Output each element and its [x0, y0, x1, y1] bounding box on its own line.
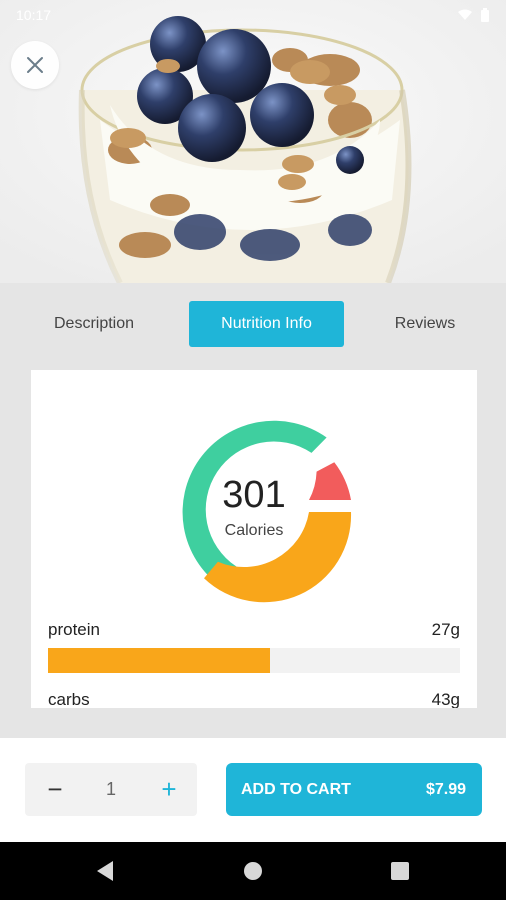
nav-home-button[interactable] [223, 842, 283, 900]
home-icon [244, 862, 262, 880]
calories-value: 301 [222, 474, 286, 516]
price-label: $7.99 [425, 780, 466, 798]
back-icon [97, 861, 113, 881]
increase-quantity-button[interactable]: + [149, 763, 189, 816]
close-icon [27, 57, 43, 73]
quantity-stepper: − 1 + [25, 763, 197, 816]
bottom-action-bar: − 1 + ADD TO CART $7.99 [0, 738, 506, 842]
product-image: 10:17 [0, 0, 506, 283]
nutrient-name: carbs [48, 690, 90, 708]
status-icons [458, 8, 490, 22]
close-button[interactable] [11, 41, 59, 89]
recents-icon [391, 862, 409, 880]
status-bar: 10:17 [0, 0, 506, 30]
nav-recents-button[interactable] [370, 842, 430, 900]
calories-label: Calories [224, 522, 284, 539]
tab-bar: Description Nutrition Info Reviews [0, 301, 506, 347]
tab-nutrition-info[interactable]: Nutrition Info [189, 301, 344, 347]
tab-reviews[interactable]: Reviews [375, 301, 475, 347]
nutrient-amount: 27g [431, 620, 460, 639]
status-time: 10:17 [16, 7, 52, 23]
decrease-quantity-button[interactable]: − [35, 763, 75, 816]
nutrition-card: 301 Calories protein 27g carbs 43g [31, 370, 477, 708]
calorie-donut: 301 Calories [31, 370, 477, 620]
app: 10:17 Description Nutrition Info Reviews [0, 0, 506, 900]
nutrient-name: protein [48, 620, 100, 639]
quantity-value: 1 [105, 779, 116, 799]
nutrient-progress-fill [48, 648, 271, 673]
add-to-cart-label: ADD TO CART [241, 780, 351, 798]
nutrient-row-carbs: carbs 43g [48, 690, 460, 708]
wifi-icon [458, 9, 472, 20]
system-nav-bar [0, 842, 506, 900]
parfait-illustration [0, 0, 506, 283]
nutrient-progress-track [48, 648, 460, 673]
nutrient-row-protein: protein 27g [48, 620, 460, 673]
nutrient-amount: 43g [431, 690, 460, 708]
battery-icon [481, 8, 489, 22]
tab-description[interactable]: Description [30, 301, 158, 347]
add-to-cart-button[interactable]: ADD TO CART $7.99 [226, 763, 482, 816]
nav-back-button[interactable] [75, 842, 135, 900]
